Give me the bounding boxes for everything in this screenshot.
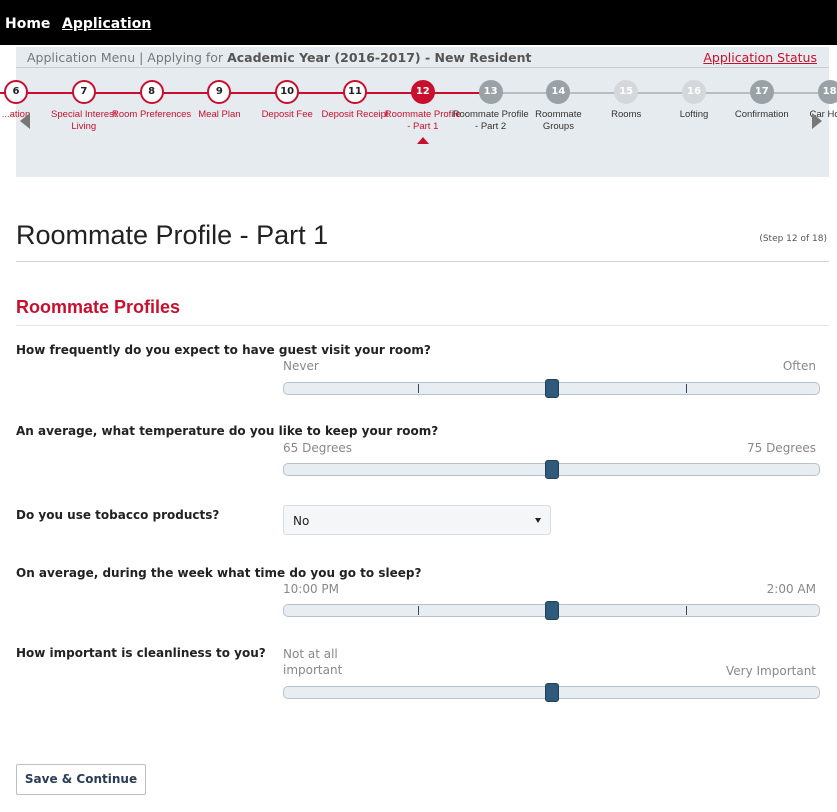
step-number: 6 [4,80,28,104]
slider-min-label: Never [283,359,319,373]
step-number: 16 [682,80,706,104]
save-continue-button[interactable]: Save & Continue [16,764,146,795]
application-link[interactable]: Application [62,16,151,32]
slider-min-label: 10:00 PM [283,582,339,596]
slider-tick [418,384,419,393]
temperature-slider[interactable] [283,460,820,479]
slider-handle[interactable] [544,379,559,398]
slider-tick [686,606,687,615]
slider-tick [418,606,419,615]
slider-min-label: Not at all important [283,647,343,677]
step-number: 12 [410,80,435,104]
slider-handle[interactable] [544,460,559,479]
menu-prefix: Application Menu | Applying for [27,50,224,65]
divider [16,325,829,326]
application-menu-text: Application Menu | Applying for Academic… [27,50,531,65]
home-link[interactable]: Home [5,16,50,32]
tobacco-select[interactable]: No [283,505,551,535]
step-indicator: (Step 12 of 18) [759,234,827,244]
slider-min-label: 65 Degrees [283,441,353,455]
step-number: 15 [614,80,639,104]
divider [16,261,829,262]
top-navbar: Home Application [0,0,837,45]
guests-slider[interactable] [283,379,820,398]
select-value: No [293,514,310,528]
page-title: Roommate Profile - Part 1 [16,220,329,250]
step-number: 17 [749,80,774,104]
academic-year: Academic Year (2016-2017) - New Resident [227,50,532,65]
slider-max-label: Very Important [726,664,816,678]
step-wizard: 6 ...ation 7 Special Interest Living 8 Room P… [0,68,837,178]
step-number: 7 [71,80,96,104]
sleep-slider[interactable] [283,601,820,620]
step-number: 8 [139,80,164,104]
question-cleanliness: How important is cleanliness to you? [16,646,266,660]
slider-max-label: 2:00 AM [766,582,816,596]
step-number: 9 [207,80,232,104]
step-number: 10 [275,80,300,104]
scroll-left-arrow-icon[interactable] [20,113,30,129]
slider-tick [686,384,687,393]
step-number: 18 [817,80,837,104]
question-guests: How frequently do you expect to have gue… [16,343,431,357]
dropdown-arrow-icon [535,518,541,523]
section-title: Roommate Profiles [16,297,181,317]
slider-max-label: Often [782,359,816,373]
step-number: 14 [546,80,571,104]
question-sleep: On average, during the week what time do… [16,566,422,580]
slider-handle[interactable] [544,683,559,702]
slider-max-label: 75 Degrees [746,441,816,455]
current-step-caret-icon [416,137,429,144]
question-tobacco: Do you use tobacco products? [16,508,220,522]
step-number: 13 [478,80,503,104]
cleanliness-slider[interactable] [283,683,820,702]
question-temperature: An average, what temperature do you like… [16,424,439,438]
application-status-link[interactable]: Application Status [703,50,817,65]
scroll-right-arrow-icon[interactable] [812,113,822,129]
slider-handle[interactable] [544,601,559,620]
step-number: 11 [343,80,367,104]
